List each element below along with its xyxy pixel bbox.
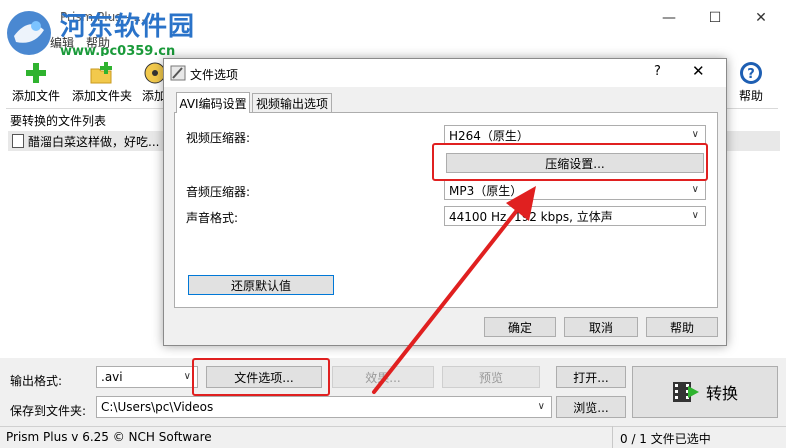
annotation-arrow: [372, 186, 536, 394]
tab-avi-encoding[interactable]: AVI编码设置: [176, 92, 250, 113]
